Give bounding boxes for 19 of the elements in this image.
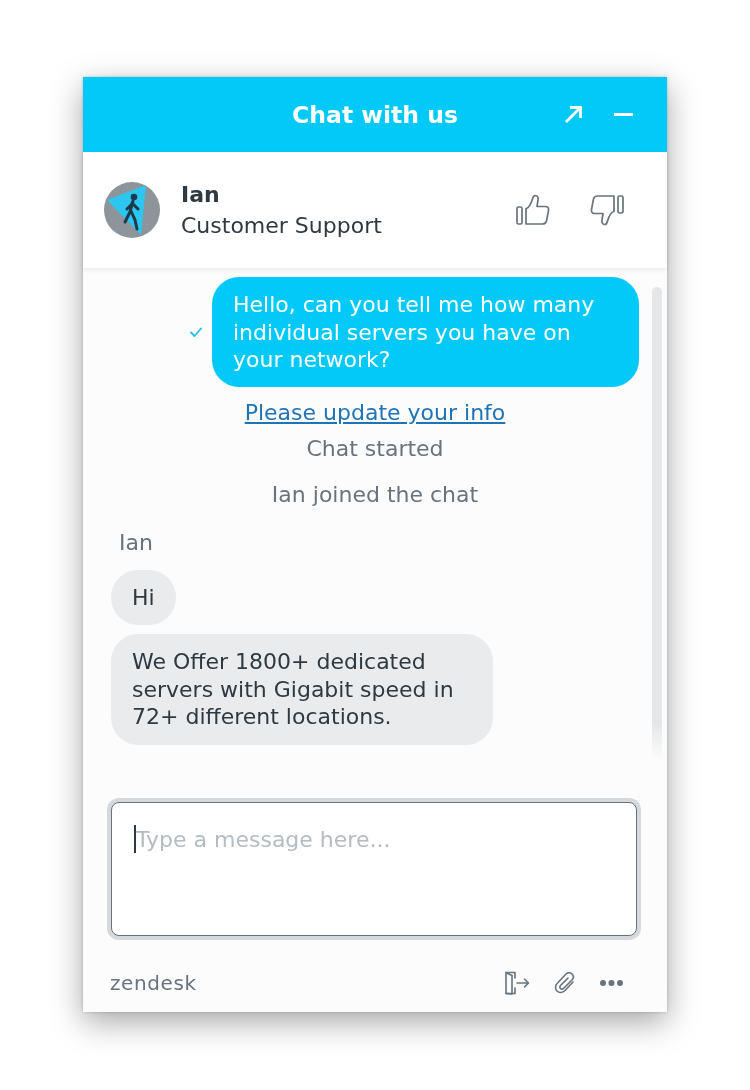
thumbs-up-icon[interactable] [516,194,550,226]
message-bubble: Hi [111,569,176,625]
agent-role: Customer Support [181,212,382,240]
agent-name: Ian [181,181,220,209]
chat-event: Ian joined the chat [271,480,479,509]
message-bubble: Hello, can you tell me how many individual servers you have on your network? [212,277,639,387]
window-title: Chat with us [292,99,458,130]
message-input[interactable]: Type a message here... [111,802,637,936]
paperclip-icon[interactable] [554,971,576,995]
update-info-link[interactable]: Please update your info [244,398,506,426]
avatar-icon [104,182,160,238]
chat-event: Chat started [306,434,444,463]
more-icon[interactable] [600,980,623,986]
text-cursor [134,825,136,853]
message-bubble: We Offer 1800+ dedicated servers with Gigabit speed in 72+ different locations. [111,634,493,745]
thumbs-down-icon[interactable] [590,194,624,226]
sender-name: Ian [119,528,153,556]
brand-name: zendesk [110,970,197,996]
exit-icon[interactable] [504,971,530,995]
